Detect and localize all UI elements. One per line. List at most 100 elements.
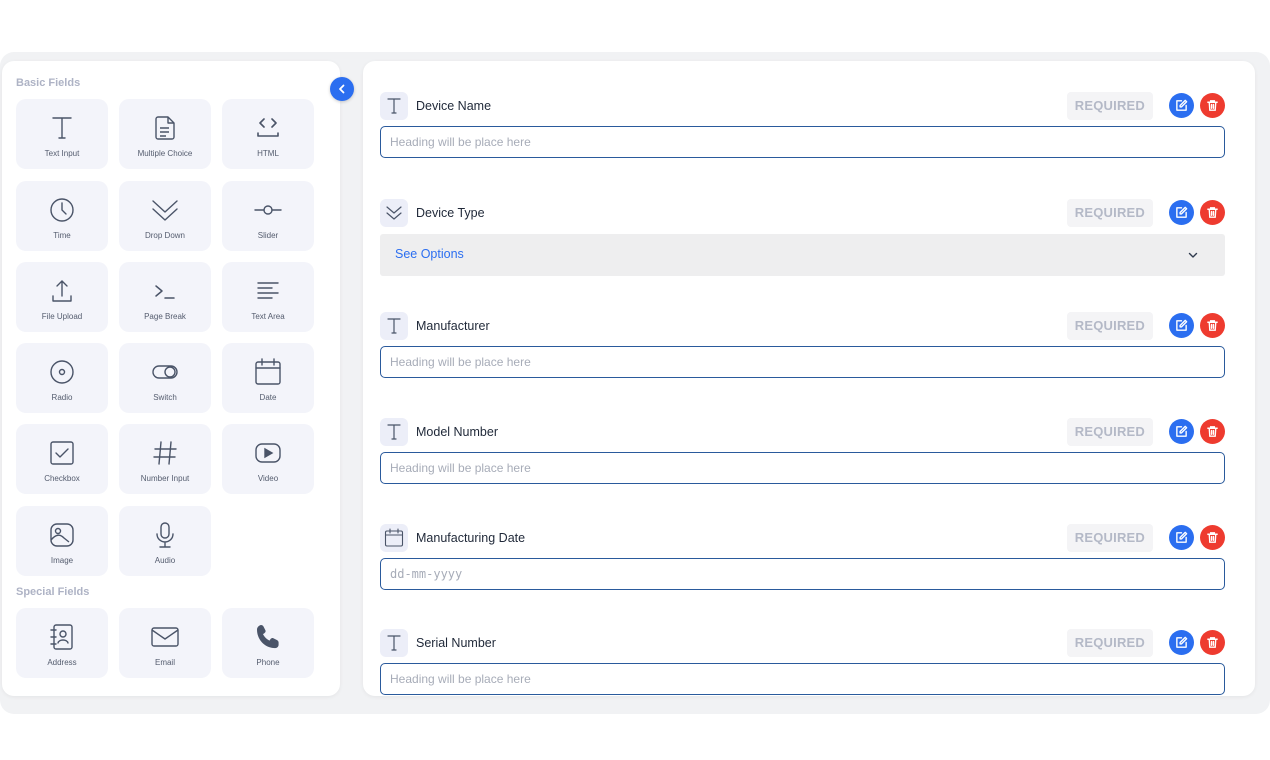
clock-icon [50, 198, 74, 222]
palette-tile-date[interactable]: Date [222, 343, 314, 413]
edit-icon [1176, 425, 1188, 437]
device-name-input[interactable] [380, 126, 1225, 158]
trash-icon [1207, 426, 1218, 437]
delete-field-button[interactable] [1200, 93, 1225, 118]
text-t-icon [52, 117, 72, 139]
upload-icon [52, 280, 72, 302]
palette-tile-file-upload[interactable]: File Upload [16, 262, 108, 332]
model-number-input[interactable] [380, 452, 1225, 484]
manufacturing-date-input[interactable] [380, 558, 1225, 590]
field-title: Model Number [416, 425, 498, 439]
form-builder-canvas: Device Name REQUIRED Device Type REQUIRE… [363, 61, 1255, 696]
palette-tile-html[interactable]: HTML [222, 99, 314, 169]
chevron-left-icon [339, 84, 345, 94]
field-title: Manufacturing Date [416, 531, 526, 545]
field-title: Device Type [416, 206, 485, 220]
palette-tile-drop-down[interactable]: Drop Down [119, 181, 211, 251]
phone-icon [257, 625, 279, 649]
edit-icon [1176, 99, 1188, 111]
palette-tile-radio[interactable]: Radio [16, 343, 108, 413]
delete-field-button[interactable] [1200, 630, 1225, 655]
hash-icon [153, 441, 177, 465]
terminal-icon [155, 285, 175, 299]
trash-icon [1207, 532, 1218, 543]
edit-field-button[interactable] [1169, 313, 1194, 338]
palette-tile-audio[interactable]: Audio [119, 506, 211, 576]
edit-field-button[interactable] [1169, 200, 1194, 225]
serial-number-input[interactable] [380, 663, 1225, 695]
edit-icon [1176, 636, 1188, 648]
palette-tile-number-input[interactable]: Number Input [119, 424, 211, 494]
calendar-icon [380, 524, 408, 552]
manufacturer-input[interactable] [380, 346, 1225, 378]
checkbox-icon [50, 441, 74, 465]
code-icon [257, 118, 279, 137]
palette-tile-video[interactable]: Video [222, 424, 314, 494]
palette-tile-text-input[interactable]: Text Input [16, 99, 108, 169]
chevron-down-double-icon [152, 200, 178, 221]
form-field-manufacturing-date: Manufacturing Date REQUIRED [380, 523, 1225, 590]
calendar-icon [255, 358, 281, 385]
delete-field-button[interactable] [1200, 313, 1225, 338]
palette-tile-image[interactable]: Image [16, 506, 108, 576]
palette-tile-switch[interactable]: Switch [119, 343, 211, 413]
delete-field-button[interactable] [1200, 419, 1225, 444]
see-options-dropdown[interactable]: See Options [380, 234, 1225, 276]
special-fields-heading: Special Fields [16, 586, 90, 598]
basic-fields-heading: Basic Fields [16, 77, 81, 89]
required-badge[interactable]: REQUIRED [1066, 92, 1153, 120]
field-title: Serial Number [416, 636, 496, 650]
edit-icon [1176, 319, 1188, 331]
toggle-icon [152, 365, 178, 379]
text-t-icon [380, 418, 408, 446]
edit-field-button[interactable] [1169, 93, 1194, 118]
required-badge[interactable]: REQUIRED [1066, 418, 1153, 446]
collapse-sidebar-button[interactable] [330, 77, 354, 101]
document-icon [155, 116, 175, 140]
required-badge[interactable]: REQUIRED [1066, 312, 1153, 340]
microphone-icon [156, 522, 174, 548]
see-options-label: See Options [395, 247, 464, 261]
palette-tile-phone[interactable]: Phone [222, 608, 314, 678]
trash-icon [1207, 320, 1218, 331]
trash-icon [1207, 637, 1218, 648]
edit-field-button[interactable] [1169, 630, 1194, 655]
edit-field-button[interactable] [1169, 419, 1194, 444]
palette-tile-text-area[interactable]: Text Area [222, 262, 314, 332]
form-field-manufacturer: Manufacturer REQUIRED [380, 311, 1225, 378]
field-title: Device Name [416, 99, 492, 113]
form-field-serial-number: Serial Number REQUIRED [380, 628, 1225, 695]
palette-tile-page-break[interactable]: Page Break [119, 262, 211, 332]
chevron-down-icon [1188, 252, 1198, 258]
lines-icon [257, 282, 279, 299]
text-t-icon [380, 312, 408, 340]
edit-field-button[interactable] [1169, 525, 1194, 550]
text-t-icon [380, 629, 408, 657]
required-badge[interactable]: REQUIRED [1066, 524, 1153, 552]
palette-tile-time[interactable]: Time [16, 181, 108, 251]
edit-icon [1176, 531, 1188, 543]
palette-tile-multiple-choice[interactable]: Multiple Choice [119, 99, 211, 169]
form-field-device-type: Device Type REQUIRED See Options [380, 198, 1225, 276]
field-palette-sidebar: Basic Fields Text Input Multiple Choice … [2, 61, 340, 696]
required-badge[interactable]: REQUIRED [1066, 629, 1153, 657]
form-field-device-name: Device Name REQUIRED [380, 91, 1225, 158]
palette-tile-email[interactable]: Email [119, 608, 211, 678]
video-icon [255, 443, 281, 463]
field-title: Manufacturer [416, 319, 490, 333]
text-t-icon [380, 92, 408, 120]
palette-tile-slider[interactable]: Slider [222, 181, 314, 251]
slider-icon [254, 205, 282, 215]
contact-book-icon [50, 624, 73, 650]
trash-icon [1207, 207, 1218, 218]
image-icon [50, 523, 74, 547]
edit-icon [1176, 206, 1188, 218]
delete-field-button[interactable] [1200, 525, 1225, 550]
palette-tile-checkbox[interactable]: Checkbox [16, 424, 108, 494]
required-badge[interactable]: REQUIRED [1066, 199, 1153, 227]
radio-icon [50, 360, 74, 384]
palette-tile-address[interactable]: Address [16, 608, 108, 678]
delete-field-button[interactable] [1200, 200, 1225, 225]
chevron-down-double-icon [380, 199, 408, 227]
envelope-icon [151, 627, 179, 647]
